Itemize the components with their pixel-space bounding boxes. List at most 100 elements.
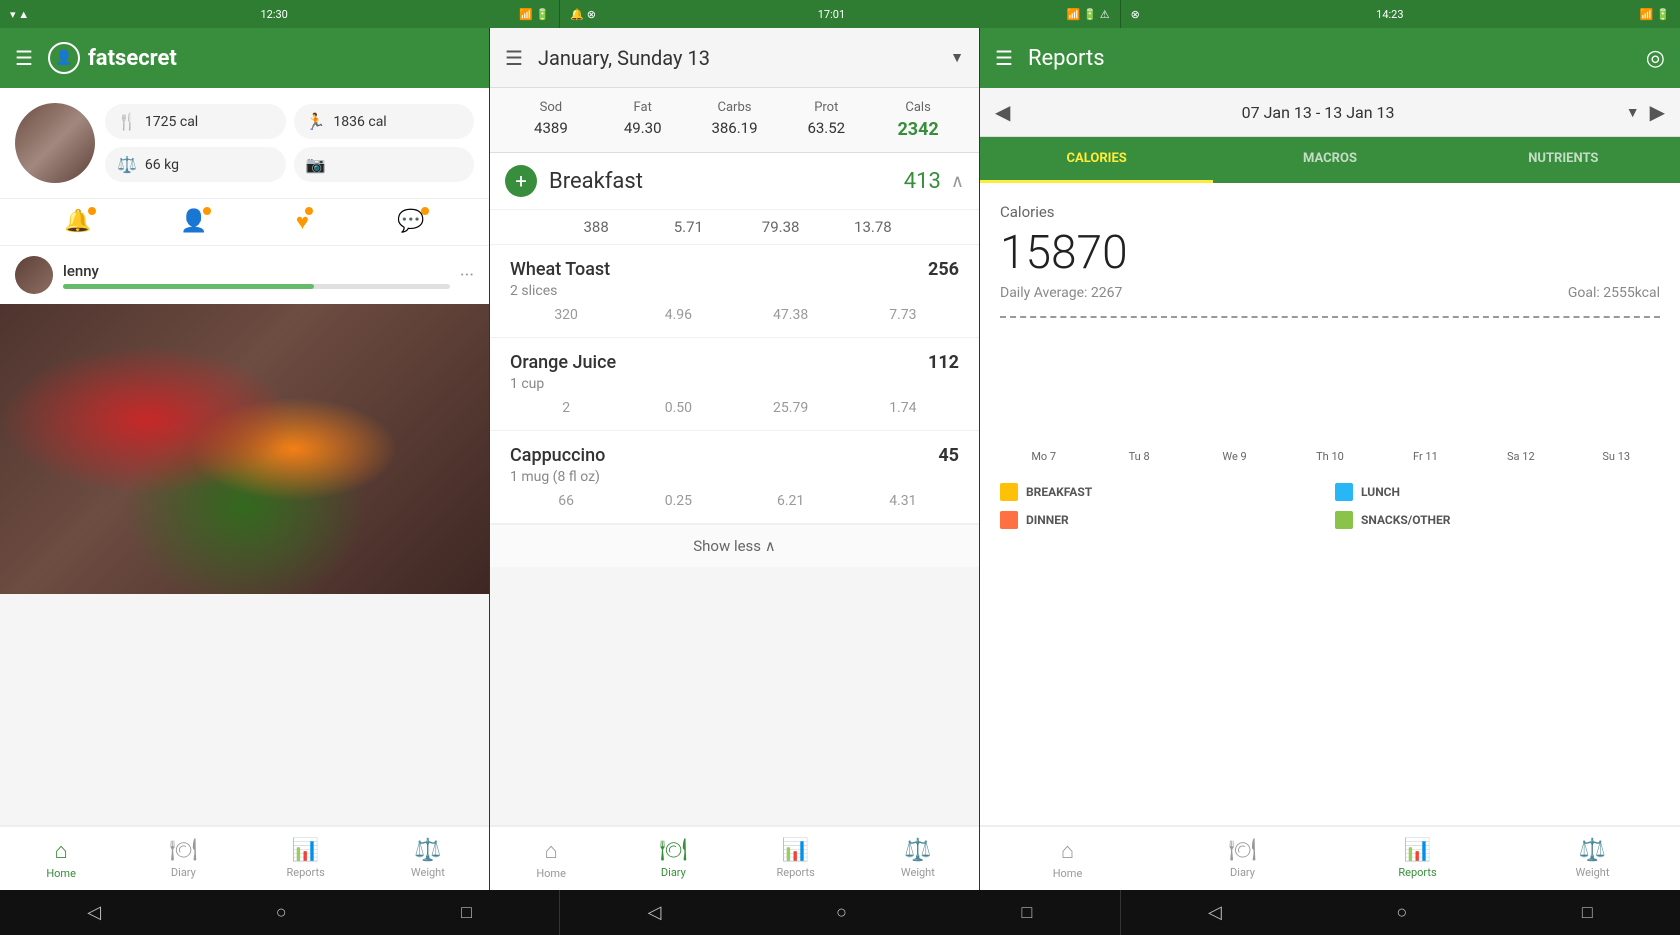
profile-section: 🍴 1725 cal 🏃 1836 cal ⚖️ 66 kg 📷 bbox=[0, 88, 489, 198]
tab-macros[interactable]: MACROS bbox=[1213, 137, 1446, 183]
scale-icon: ⚖️ bbox=[117, 155, 137, 174]
bar-day-label: We 9 bbox=[1222, 450, 1246, 463]
recents-button[interactable]: □ bbox=[1021, 902, 1032, 923]
notif-dot bbox=[305, 207, 313, 215]
logo-circle: 👤 bbox=[48, 42, 80, 74]
breakfast-color-swatch bbox=[1000, 483, 1018, 501]
chart-bar-group: Sa 12 bbox=[1477, 446, 1564, 463]
report-content: Calories 15870 Daily Average: 2267 Goal:… bbox=[980, 183, 1680, 825]
nav-home[interactable]: ⌂ Home bbox=[980, 827, 1155, 890]
wheat-toast-item[interactable]: Wheat Toast 256 2 slices 320 4.96 47.38 … bbox=[490, 245, 979, 338]
home-button[interactable]: ○ bbox=[836, 902, 847, 923]
calories-consumed[interactable]: 🍴 1725 cal bbox=[105, 104, 286, 139]
target-icon[interactable]: ◎ bbox=[1646, 46, 1665, 71]
macro-prot: Prot 63.52 bbox=[780, 100, 872, 140]
chart-bar-group: Fr 11 bbox=[1382, 446, 1469, 463]
calories-burned[interactable]: 🏃 1836 cal bbox=[294, 104, 475, 139]
progress-fill bbox=[63, 284, 314, 289]
menu-icon[interactable]: ☰ bbox=[995, 46, 1013, 70]
feed-food-image[interactable] bbox=[0, 304, 489, 594]
show-less-button[interactable]: Show less ∧ bbox=[490, 524, 979, 567]
add-food-button[interactable]: + bbox=[505, 165, 537, 197]
date-dropdown-arrow[interactable]: ▼ bbox=[950, 49, 964, 66]
nav-reports[interactable]: 📊 Reports bbox=[1330, 827, 1505, 890]
chart-legend: BREAKFAST LUNCH DINNER SNACKS/OTHER bbox=[1000, 483, 1660, 529]
food-desc: 1 mug (8 fl oz) bbox=[510, 469, 959, 485]
menu-icon[interactable]: ☰ bbox=[15, 46, 33, 70]
legend-snacks: SNACKS/OTHER bbox=[1335, 511, 1660, 529]
reports-icon: 📊 bbox=[782, 838, 809, 863]
legend-dinner: DINNER bbox=[1000, 511, 1325, 529]
phone2-header: ☰ January, Sunday 13 ▼ bbox=[490, 28, 979, 88]
nav-reports[interactable]: 📊 Reports bbox=[245, 827, 367, 890]
camera-stat[interactable]: 📷 bbox=[294, 147, 475, 182]
heart-notification[interactable]: ♥ bbox=[296, 209, 309, 235]
chart-bar-group: Mo 7 bbox=[1000, 446, 1087, 463]
nav-home[interactable]: ⌂ Home bbox=[490, 827, 612, 890]
back-button[interactable]: ◁ bbox=[1208, 902, 1222, 923]
notif-dot bbox=[88, 207, 96, 215]
bell-notification[interactable]: 🔔 bbox=[64, 209, 91, 235]
more-options-icon[interactable]: ··· bbox=[460, 265, 474, 286]
feed-avatar[interactable] bbox=[15, 256, 53, 294]
status-bar-3: ⊗ 14:23 📶 🔋 bbox=[1121, 0, 1680, 28]
menu-icon[interactable]: ☰ bbox=[505, 46, 523, 70]
diary-icon: 🍽 bbox=[659, 838, 687, 863]
phone1-header: ☰ 👤 fatsecret bbox=[0, 28, 489, 88]
phone2-bottom-nav: ⌂ Home 🍽 Diary 📊 Reports ⚖️ Weight bbox=[490, 825, 979, 890]
nav-weight[interactable]: ⚖️ Weight bbox=[1505, 827, 1680, 890]
breakfast-macros-row: 388 5.71 79.38 13.78 bbox=[490, 210, 979, 245]
date-title: January, Sunday 13 bbox=[538, 46, 935, 70]
calories-label: Calories bbox=[1000, 203, 1660, 221]
food-desc: 1 cup bbox=[510, 376, 959, 392]
expand-icon[interactable]: ∧ bbox=[951, 171, 964, 192]
notif-dot bbox=[421, 207, 429, 215]
bar-chart-container: Mo 7Tu 8We 9Th 10Fr 11Sa 12Su 13 bbox=[1000, 316, 1660, 463]
calories-meta: Daily Average: 2267 Goal: 2555kcal bbox=[1000, 285, 1660, 301]
chart-bar-group: Th 10 bbox=[1286, 446, 1373, 463]
home-button[interactable]: ○ bbox=[276, 902, 287, 923]
bar-day-label: Th 10 bbox=[1316, 450, 1344, 463]
stats-grid: 🍴 1725 cal 🏃 1836 cal ⚖️ 66 kg 📷 bbox=[105, 104, 474, 182]
status-bar-1: ▾ ▲ 12:30 📶 🔋 bbox=[0, 0, 559, 28]
feed-username: lenny bbox=[63, 262, 450, 280]
food-macro-values: 2 0.50 25.79 1.74 bbox=[510, 400, 959, 416]
macro-sod: Sod 4389 bbox=[505, 100, 597, 140]
back-button[interactable]: ◁ bbox=[87, 902, 101, 923]
cappuccino-item[interactable]: Cappuccino 45 1 mug (8 fl oz) 66 0.25 6.… bbox=[490, 431, 979, 524]
nav-diary[interactable]: 🍽 Diary bbox=[122, 827, 244, 890]
chart-bar-group: Tu 8 bbox=[1095, 446, 1182, 463]
nav-weight[interactable]: ⚖️ Weight bbox=[367, 827, 489, 890]
reports-icon: 📊 bbox=[1404, 838, 1431, 863]
recents-button[interactable]: □ bbox=[461, 902, 472, 923]
recents-button[interactable]: □ bbox=[1582, 902, 1593, 923]
bar-day-label: Fr 11 bbox=[1413, 450, 1438, 463]
nav-diary[interactable]: 🍽 Diary bbox=[1155, 827, 1330, 890]
food-desc: 2 slices bbox=[510, 283, 959, 299]
goal-line bbox=[1000, 316, 1660, 318]
avatar[interactable] bbox=[15, 103, 95, 183]
home-button[interactable]: ○ bbox=[1396, 902, 1407, 923]
chat-notification[interactable]: 💬 bbox=[397, 209, 424, 235]
tab-calories[interactable]: CALORIES bbox=[980, 137, 1213, 183]
date-dropdown-arrow[interactable]: ▼ bbox=[1626, 104, 1640, 121]
nav-diary[interactable]: 🍽 Diary bbox=[612, 827, 734, 890]
weight-icon: ⚖️ bbox=[1579, 838, 1606, 863]
phone3-header: ☰ Reports ◎ bbox=[980, 28, 1680, 88]
next-date-button[interactable]: ▶ bbox=[1650, 100, 1665, 124]
breakfast-header: + Breakfast 413 ∧ bbox=[490, 153, 979, 210]
tab-nutrients[interactable]: NUTRIENTS bbox=[1447, 137, 1680, 183]
nav-weight[interactable]: ⚖️ Weight bbox=[857, 827, 979, 890]
back-button[interactable]: ◁ bbox=[648, 902, 662, 923]
notif-dot bbox=[203, 207, 211, 215]
status-bar-2: 🔔 ⊗ 17:01 📶 🔋 ⚠ bbox=[559, 0, 1120, 28]
prev-date-button[interactable]: ◀ bbox=[995, 100, 1010, 124]
phone3-bottom-nav: ⌂ Home 🍽 Diary 📊 Reports ⚖️ Weight bbox=[980, 825, 1680, 890]
orange-juice-item[interactable]: Orange Juice 112 1 cup 2 0.50 25.79 1.74 bbox=[490, 338, 979, 431]
nav-reports[interactable]: 📊 Reports bbox=[735, 827, 857, 890]
nav-home[interactable]: ⌂ Home bbox=[0, 827, 122, 890]
android-nav-1: ◁ ○ □ bbox=[0, 890, 560, 935]
friends-notification[interactable]: 👤 bbox=[180, 209, 207, 235]
snacks-color-swatch bbox=[1335, 511, 1353, 529]
weight-stat[interactable]: ⚖️ 66 kg bbox=[105, 147, 286, 182]
